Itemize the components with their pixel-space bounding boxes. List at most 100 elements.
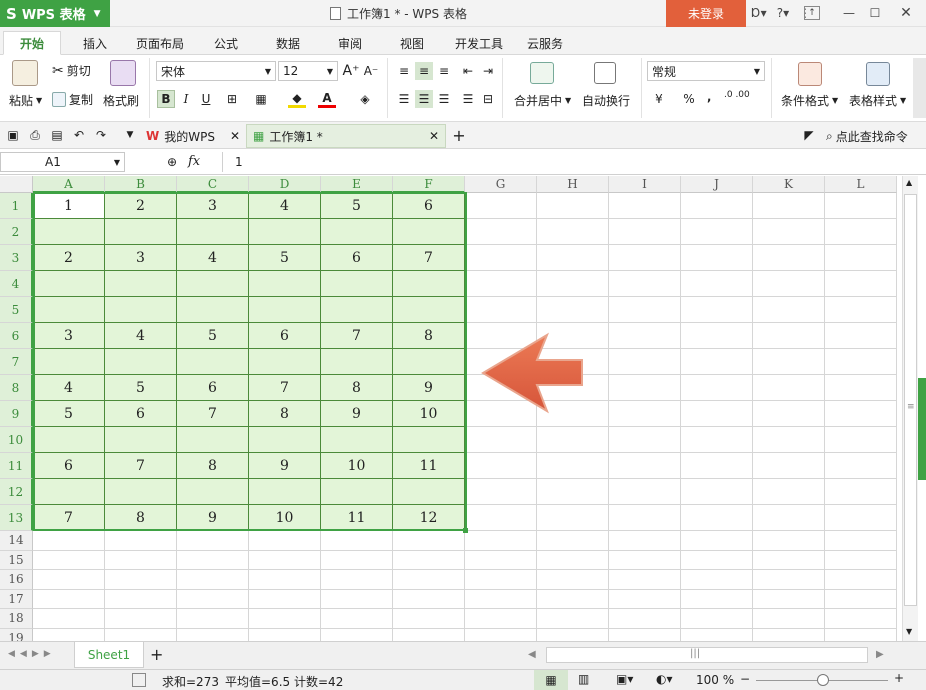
cell-i18[interactable] bbox=[609, 609, 681, 629]
currency-icon[interactable]: ¥ bbox=[650, 90, 668, 108]
cell-e7[interactable] bbox=[321, 349, 393, 375]
row-header-11[interactable]: 11 bbox=[0, 453, 33, 479]
cell-b7[interactable] bbox=[105, 349, 177, 375]
row-header-5[interactable]: 5 bbox=[0, 297, 33, 323]
cell-l14[interactable] bbox=[825, 531, 897, 551]
column-header-h[interactable]: H bbox=[537, 176, 609, 193]
cell-l13[interactable] bbox=[825, 505, 897, 531]
tab-cloud[interactable]: 云服务 bbox=[518, 31, 572, 55]
cell-d15[interactable] bbox=[249, 550, 321, 570]
cell-i6[interactable] bbox=[609, 323, 681, 349]
cell-f8[interactable]: 9 bbox=[393, 375, 465, 401]
cell-e19[interactable] bbox=[321, 628, 393, 641]
cell-a7[interactable] bbox=[33, 349, 105, 375]
column-header-j[interactable]: J bbox=[681, 176, 753, 193]
cell-c15[interactable] bbox=[177, 550, 249, 570]
minimize-icon[interactable]: — bbox=[838, 3, 860, 23]
cell-c6[interactable]: 5 bbox=[177, 323, 249, 349]
cell-k14[interactable] bbox=[753, 531, 825, 551]
cell-f10[interactable] bbox=[393, 427, 465, 453]
cell-h5[interactable] bbox=[537, 297, 609, 323]
cell-e16[interactable] bbox=[321, 570, 393, 590]
cell-c13[interactable]: 9 bbox=[177, 505, 249, 531]
cell-c1[interactable]: 3 bbox=[177, 193, 249, 219]
align-center-icon[interactable]: ☰ bbox=[415, 90, 433, 108]
cell-b15[interactable] bbox=[105, 550, 177, 570]
row-header-16[interactable]: 16 bbox=[0, 570, 33, 590]
cell-h17[interactable] bbox=[537, 589, 609, 609]
cell-e14[interactable] bbox=[321, 531, 393, 551]
cell-c5[interactable] bbox=[177, 297, 249, 323]
cell-d10[interactable] bbox=[249, 427, 321, 453]
cell-a13[interactable]: 7 bbox=[33, 505, 105, 531]
italic-button[interactable]: I bbox=[177, 90, 195, 108]
align-right-icon[interactable]: ☰ bbox=[435, 90, 453, 108]
comma-button[interactable]: ‚ bbox=[700, 88, 718, 106]
cell-b5[interactable] bbox=[105, 297, 177, 323]
cell-a6[interactable]: 3 bbox=[33, 323, 105, 349]
cell-c3[interactable]: 4 bbox=[177, 245, 249, 271]
cell-a4[interactable] bbox=[33, 271, 105, 297]
row-header-1[interactable]: 1 bbox=[0, 193, 33, 219]
cell-i5[interactable] bbox=[609, 297, 681, 323]
column-header-e[interactable]: E bbox=[321, 176, 393, 193]
cell-e11[interactable]: 10 bbox=[321, 453, 393, 479]
format-painter-button[interactable]: 格式刷 bbox=[103, 92, 139, 109]
cell-e12[interactable] bbox=[321, 479, 393, 505]
cell-a5[interactable] bbox=[33, 297, 105, 323]
shrink-font-icon[interactable]: A⁻ bbox=[362, 62, 380, 80]
copy-button[interactable]: 复制 bbox=[52, 91, 93, 108]
cell-c2[interactable] bbox=[177, 219, 249, 245]
column-header-k[interactable]: K bbox=[753, 176, 825, 193]
scroll-down-icon[interactable]: ▼ bbox=[906, 627, 912, 636]
cell-l4[interactable] bbox=[825, 271, 897, 297]
cell-k18[interactable] bbox=[753, 609, 825, 629]
tab-my-wps[interactable]: W 我的WPS ✕ bbox=[140, 124, 246, 148]
add-sheet-icon[interactable]: + bbox=[150, 645, 163, 664]
zoom-out-icon[interactable]: − bbox=[740, 672, 750, 686]
print-icon[interactable]: ⎙ bbox=[26, 126, 44, 144]
close-icon[interactable]: ✕ bbox=[895, 3, 917, 23]
formula-input[interactable]: 1 bbox=[222, 152, 922, 172]
close-icon[interactable]: ✕ bbox=[230, 129, 240, 143]
cell-a18[interactable] bbox=[33, 609, 105, 629]
maximize-icon[interactable]: ☐ bbox=[864, 3, 886, 23]
cell-d1[interactable]: 4 bbox=[249, 193, 321, 219]
cell-h12[interactable] bbox=[537, 479, 609, 505]
zoom-slider-thumb[interactable] bbox=[817, 674, 829, 686]
wrap-text-icon[interactable] bbox=[594, 62, 616, 87]
cell-h11[interactable] bbox=[537, 453, 609, 479]
cell-l10[interactable] bbox=[825, 427, 897, 453]
cell-a15[interactable] bbox=[33, 550, 105, 570]
tab-home[interactable]: 开始 bbox=[3, 31, 61, 55]
cell-b16[interactable] bbox=[105, 570, 177, 590]
row-header-12[interactable]: 12 bbox=[0, 479, 33, 505]
cell-i10[interactable] bbox=[609, 427, 681, 453]
cell-i9[interactable] bbox=[609, 401, 681, 427]
cell-e17[interactable] bbox=[321, 589, 393, 609]
clear-format-icon[interactable]: ◈ bbox=[356, 90, 374, 108]
cell-f18[interactable] bbox=[393, 609, 465, 629]
column-header-b[interactable]: B bbox=[105, 176, 177, 193]
cell-i8[interactable] bbox=[609, 375, 681, 401]
cell-j17[interactable] bbox=[681, 589, 753, 609]
cell-d19[interactable] bbox=[249, 628, 321, 641]
cell-d8[interactable]: 7 bbox=[249, 375, 321, 401]
sheet-tab-sheet1[interactable]: Sheet1 bbox=[74, 642, 144, 668]
cell-j2[interactable] bbox=[681, 219, 753, 245]
cell-g5[interactable] bbox=[465, 297, 537, 323]
cell-k17[interactable] bbox=[753, 589, 825, 609]
cell-g12[interactable] bbox=[465, 479, 537, 505]
cell-j15[interactable] bbox=[681, 550, 753, 570]
ribbon-scroll-handle[interactable] bbox=[913, 58, 926, 118]
cell-e1[interactable]: 5 bbox=[321, 193, 393, 219]
row-header-18[interactable]: 18 bbox=[0, 609, 33, 629]
cell-f19[interactable] bbox=[393, 628, 465, 641]
eye-protection-icon[interactable]: ◐▾ bbox=[656, 672, 673, 686]
cell-b14[interactable] bbox=[105, 531, 177, 551]
cell-g13[interactable] bbox=[465, 505, 537, 531]
cell-g16[interactable] bbox=[465, 570, 537, 590]
cell-g14[interactable] bbox=[465, 531, 537, 551]
cell-k12[interactable] bbox=[753, 479, 825, 505]
cell-j1[interactable] bbox=[681, 193, 753, 219]
